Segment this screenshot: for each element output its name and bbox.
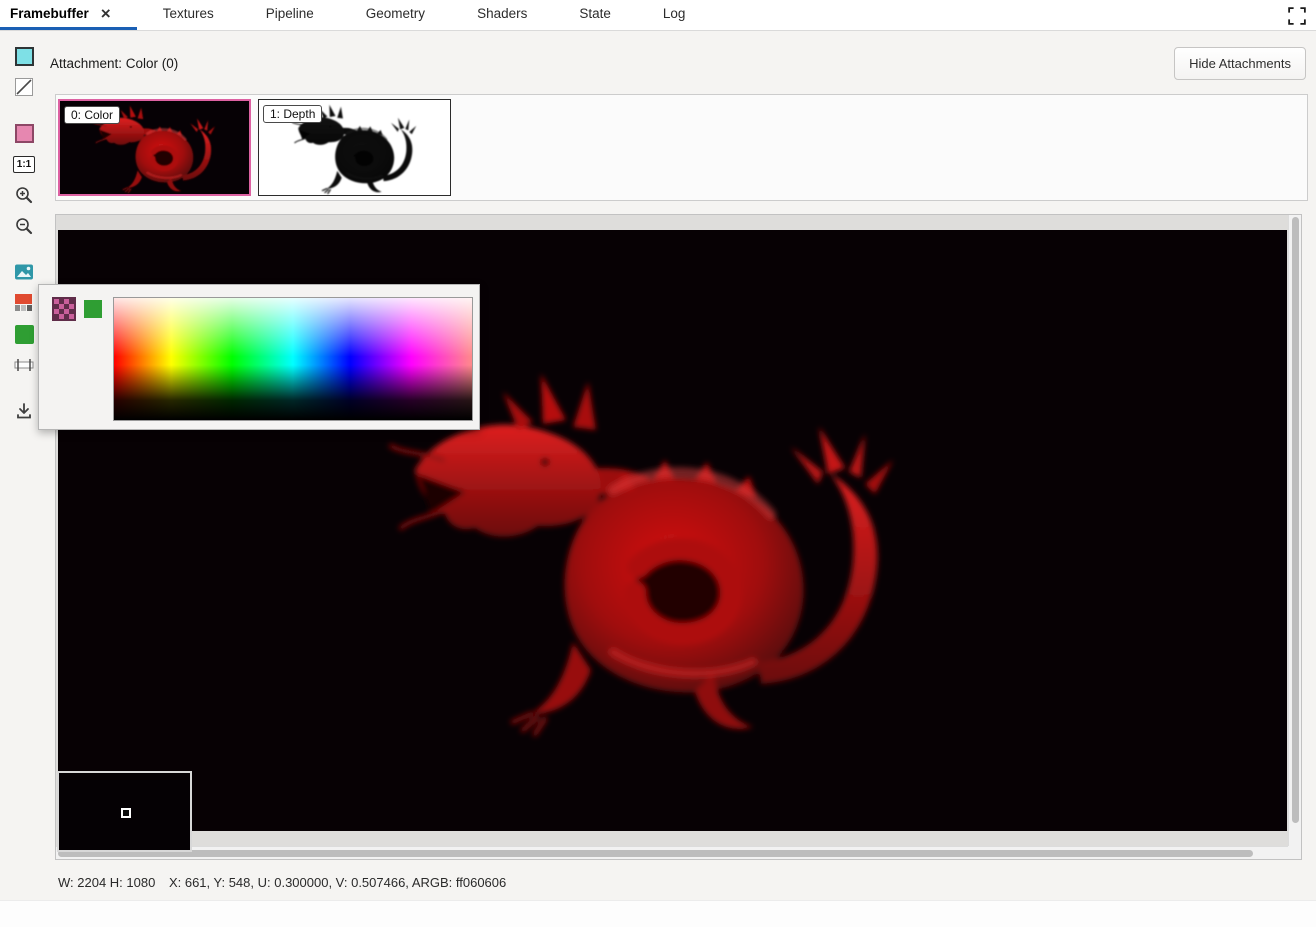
attachment-label: Attachment: Color (0)	[50, 56, 178, 71]
solid-color-swatch[interactable]	[84, 300, 102, 318]
horizontal-scrollbar[interactable]	[56, 846, 1288, 859]
channels-icon	[15, 294, 33, 312]
attachment-header: Attachment: Color (0) Hide Attachments	[50, 46, 1306, 80]
picker-cursor-icon	[121, 808, 131, 818]
fit-image-button[interactable]	[12, 260, 36, 284]
picker-magnifier	[57, 771, 192, 852]
background-color-button[interactable]	[12, 44, 36, 68]
status-size-text: W: 2204 H: 1080	[58, 875, 155, 890]
status-pixel-text: X: 661, Y: 548, U: 0.300000, V: 0.507466…	[169, 875, 506, 890]
green-swatch-icon	[15, 325, 34, 344]
pick-color-button[interactable]	[12, 121, 36, 145]
vertical-scrollbar-thumb[interactable]	[1292, 217, 1299, 823]
actual-size-button[interactable]: 1:1	[12, 152, 36, 176]
tab-framebuffer[interactable]: Framebuffer ×	[0, 0, 137, 30]
tab-textures[interactable]: Textures	[137, 0, 240, 30]
tab-log[interactable]: Log	[637, 0, 712, 30]
attachment-depth-chip: 1: Depth	[263, 105, 322, 123]
range-button[interactable]	[12, 353, 36, 377]
zoom-in-icon	[14, 185, 34, 205]
channels-button[interactable]	[12, 291, 36, 315]
diagonal-slash-icon	[14, 77, 35, 98]
tab-pipeline-label: Pipeline	[266, 6, 314, 21]
image-icon	[14, 262, 34, 282]
hide-attachments-button[interactable]: Hide Attachments	[1174, 47, 1306, 80]
tab-state-label: State	[579, 6, 611, 21]
zoom-out-button[interactable]	[12, 214, 36, 238]
attachment-depth-thumbnail[interactable]: 1: Depth	[258, 99, 451, 196]
flat-color-button[interactable]	[12, 322, 36, 346]
vertical-scrollbar[interactable]	[1288, 215, 1301, 846]
one-to-one-icon: 1:1	[13, 156, 35, 173]
zoom-in-button[interactable]	[12, 183, 36, 207]
attachment-color-thumbnail[interactable]: 0: Color	[58, 99, 251, 196]
tab-log-label: Log	[663, 6, 686, 21]
horizontal-scrollbar-thumb[interactable]	[58, 850, 1253, 857]
tab-geometry-label: Geometry	[366, 6, 425, 21]
tab-geometry[interactable]: Geometry	[340, 0, 451, 30]
status-bar: W: 2204 H: 1080 X: 661, Y: 548, U: 0.300…	[58, 875, 516, 890]
range-icon	[14, 357, 34, 373]
no-background-button[interactable]	[12, 75, 36, 99]
color-picker-popup	[38, 284, 480, 430]
tab-shaders-label: Shaders	[477, 6, 527, 21]
viewer-toolbar: 1:1	[8, 44, 40, 423]
save-button[interactable]	[12, 399, 36, 423]
tab-framebuffer-label: Framebuffer	[10, 6, 89, 21]
hue-gradient-picker[interactable]	[113, 297, 473, 421]
save-icon	[15, 402, 33, 420]
zoom-out-icon	[14, 216, 34, 236]
tab-textures-label: Textures	[163, 6, 214, 21]
footer-panel	[0, 900, 1316, 927]
alpha-checker-swatch[interactable]	[52, 297, 76, 321]
scrollbar-corner	[1288, 846, 1301, 859]
cyan-swatch-icon	[15, 47, 34, 66]
tab-bar: Framebuffer × Textures Pipeline Geometry…	[0, 0, 1316, 31]
attachments-panel: 0: Color 1: Depth	[55, 94, 1308, 201]
fullscreen-icon[interactable]	[1288, 7, 1306, 25]
tab-shaders[interactable]: Shaders	[451, 0, 553, 30]
tab-pipeline[interactable]: Pipeline	[240, 0, 340, 30]
tab-state[interactable]: State	[553, 0, 637, 30]
pink-swatch-icon	[15, 124, 34, 143]
attachment-color-chip: 0: Color	[64, 106, 120, 124]
close-icon[interactable]: ×	[101, 5, 111, 22]
